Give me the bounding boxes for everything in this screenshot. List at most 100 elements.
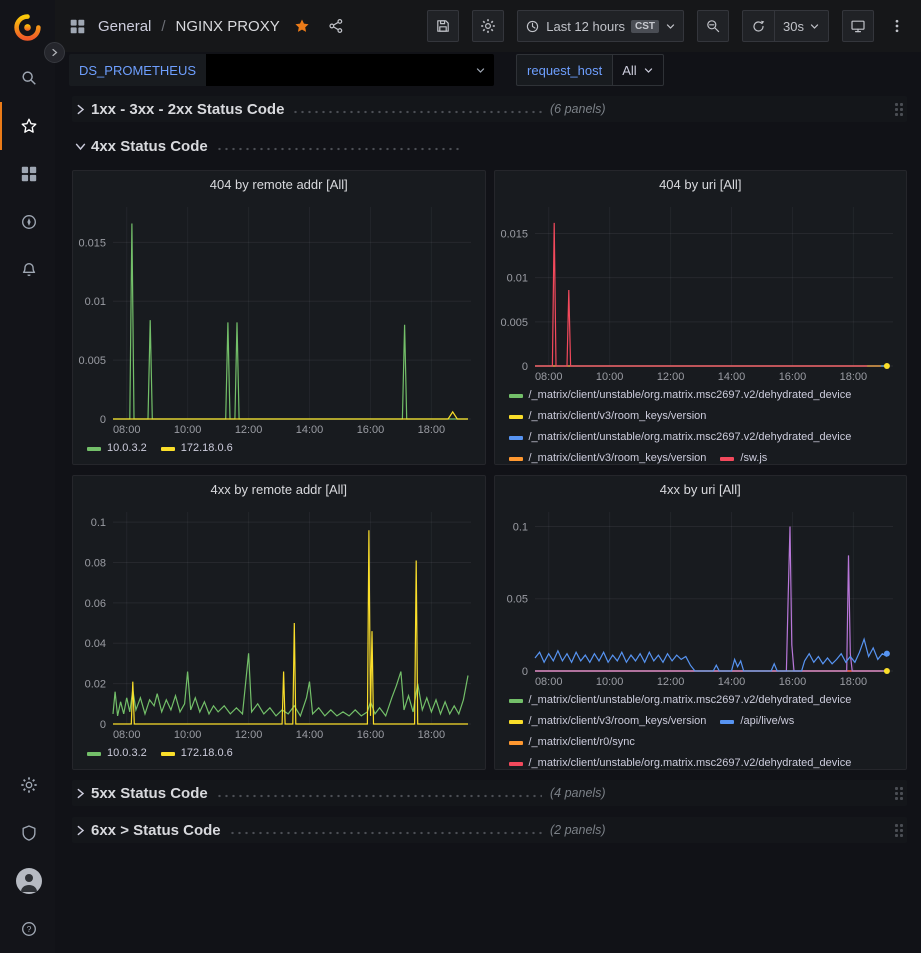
timeseries-chart[interactable]: 08:0010:0012:0014:0016:0018:0000.0050.01… xyxy=(73,197,485,437)
legend-label: 10.0.3.2 xyxy=(107,438,147,459)
chevron-down-icon xyxy=(643,65,654,76)
save-dashboard-button[interactable] xyxy=(427,10,459,42)
panel-title[interactable]: 4xx by remote addr [All] xyxy=(73,476,485,502)
row-title: 1xx - 3xx - 2xx Status Code xyxy=(91,101,284,118)
svg-text:0.1: 0.1 xyxy=(91,517,106,529)
legend-item[interactable]: 172.18.0.6 xyxy=(161,438,233,459)
more-options-button[interactable] xyxy=(887,18,907,34)
svg-text:0.01: 0.01 xyxy=(506,273,527,285)
row-drag-handle[interactable] xyxy=(894,823,903,837)
row-4xx[interactable]: 4xx Status Code xyxy=(72,133,907,159)
legend-item[interactable]: 172.18.0.6 xyxy=(161,743,233,764)
apps-icon xyxy=(20,165,38,183)
sidebar-item-explore[interactable] xyxy=(0,198,55,246)
legend-swatch xyxy=(509,762,523,766)
row-panel-count: (2 panels) xyxy=(550,823,606,837)
favorite-star-button[interactable] xyxy=(294,18,310,34)
row-title: 4xx Status Code xyxy=(91,138,208,155)
legend-swatch xyxy=(720,457,734,461)
datasource-variable-label: DS_PROMETHEUS xyxy=(69,54,206,86)
datasource-value-select[interactable] xyxy=(206,54,494,86)
legend-item[interactable]: /api/live/ws xyxy=(720,711,794,732)
row-drag-handle[interactable] xyxy=(894,786,903,800)
timeseries-chart[interactable]: 08:0010:0012:0014:0016:0018:0000.020.040… xyxy=(73,502,485,742)
variables-bar: DS_PROMETHEUS request_host All xyxy=(55,52,921,88)
panel-title[interactable]: 4xx by uri [All] xyxy=(495,476,907,502)
panel-legend: 10.0.3.2 172.18.0.6 xyxy=(73,742,485,769)
svg-text:0.06: 0.06 xyxy=(85,598,106,610)
legend-swatch xyxy=(509,741,523,745)
legend-item[interactable]: /_matrix/client/unstable/org.matrix.msc2… xyxy=(509,690,852,711)
sidebar-item-help[interactable]: ? xyxy=(0,905,55,953)
legend-item[interactable]: /_matrix/client/v3/room_keys/version xyxy=(509,406,707,427)
svg-text:16:00: 16:00 xyxy=(357,424,385,436)
breadcrumb-separator: / xyxy=(161,18,165,35)
legend-swatch xyxy=(720,720,734,724)
legend-label: /_matrix/client/v3/room_keys/version xyxy=(529,406,707,427)
breadcrumb-folder[interactable]: General xyxy=(98,18,151,35)
legend-swatch xyxy=(509,415,523,419)
sidebar-item-profile[interactable] xyxy=(0,857,55,905)
timezone-badge: CST xyxy=(631,20,659,33)
refresh-button[interactable] xyxy=(743,11,774,41)
chevron-down-icon xyxy=(665,21,676,32)
legend-swatch xyxy=(87,447,101,451)
legend-item[interactable]: /_matrix/client/unstable/org.matrix.msc2… xyxy=(509,427,852,448)
panel-404-by-uri: 404 by uri [All] 08:0010:0012:0014:0016:… xyxy=(494,170,908,465)
dashboard-title: NGINX PROXY xyxy=(176,18,280,35)
row-1xx-3xx-2xx[interactable]: 1xx - 3xx - 2xx Status Code (6 panels) xyxy=(72,96,907,122)
top-navbar: General / NGINX PROXY xyxy=(55,0,921,52)
row-drag-handle[interactable] xyxy=(894,102,903,116)
legend-item[interactable]: /_matrix/client/r0/sync xyxy=(509,732,635,753)
tv-icon xyxy=(850,18,866,34)
svg-text:18:00: 18:00 xyxy=(839,371,867,383)
sidebar-item-search[interactable] xyxy=(0,54,55,102)
share-button[interactable] xyxy=(328,18,344,34)
request-host-value-select[interactable]: All xyxy=(612,54,663,86)
timeseries-chart[interactable]: 08:0010:0012:0014:0016:0018:0000.050.1 xyxy=(495,502,907,689)
dashboard-settings-button[interactable] xyxy=(472,10,504,42)
legend-item[interactable]: 10.0.3.2 xyxy=(87,438,147,459)
refresh-group: 30s xyxy=(742,10,829,42)
legend-item[interactable]: /_matrix/client/v3/room_keys/version xyxy=(509,711,707,732)
legend-item[interactable]: 10.0.3.2 xyxy=(87,743,147,764)
svg-text:08:00: 08:00 xyxy=(113,729,141,741)
svg-text:16:00: 16:00 xyxy=(778,371,806,383)
request-host-variable-label: request_host xyxy=(516,54,612,86)
dotted-leader xyxy=(216,794,542,798)
legend-item[interactable]: /_matrix/client/unstable/org.matrix.msc2… xyxy=(509,385,852,406)
panel-title[interactable]: 404 by uri [All] xyxy=(495,171,907,197)
svg-text:0.015: 0.015 xyxy=(500,229,528,241)
refresh-interval-dropdown[interactable]: 30s xyxy=(774,11,828,41)
sidebar-item-configuration[interactable] xyxy=(0,761,55,809)
shield-icon xyxy=(20,824,38,842)
legend-swatch xyxy=(509,436,523,440)
legend-label: /_matrix/client/unstable/org.matrix.msc2… xyxy=(529,690,852,711)
dotted-leader xyxy=(229,831,542,835)
svg-text:0.02: 0.02 xyxy=(85,679,106,691)
row-6xx[interactable]: 6xx > Status Code (2 panels) xyxy=(72,817,907,843)
svg-text:08:00: 08:00 xyxy=(113,424,141,436)
time-range-picker[interactable]: Last 12 hours CST xyxy=(517,10,684,42)
svg-text:16:00: 16:00 xyxy=(778,676,806,688)
sidebar-item-server-admin[interactable] xyxy=(0,809,55,857)
zoom-out-button[interactable] xyxy=(697,10,729,42)
request-host-value: All xyxy=(622,63,636,78)
sidebar-item-alerting[interactable] xyxy=(0,246,55,294)
row-5xx[interactable]: 5xx Status Code (4 panels) xyxy=(72,780,907,806)
legend-label: /_matrix/client/unstable/org.matrix.msc2… xyxy=(529,753,852,769)
tv-mode-button[interactable] xyxy=(842,10,874,42)
sidebar-expand-button[interactable] xyxy=(44,42,65,63)
svg-text:0.005: 0.005 xyxy=(500,317,528,329)
timeseries-chart[interactable]: 08:0010:0012:0014:0016:0018:0000.0050.01… xyxy=(495,197,907,384)
legend-item[interactable]: /sw.js xyxy=(720,448,767,464)
svg-text:18:00: 18:00 xyxy=(418,729,446,741)
svg-text:12:00: 12:00 xyxy=(235,729,263,741)
panel-title[interactable]: 404 by remote addr [All] xyxy=(73,171,485,197)
row-title: 6xx > Status Code xyxy=(91,822,221,839)
legend-label: /_matrix/client/unstable/org.matrix.msc2… xyxy=(529,427,852,448)
sidebar-item-dashboards[interactable] xyxy=(0,150,55,198)
legend-item[interactable]: /_matrix/client/v3/room_keys/version xyxy=(509,448,707,464)
sidebar-item-starred[interactable] xyxy=(0,102,55,150)
legend-item[interactable]: /_matrix/client/unstable/org.matrix.msc2… xyxy=(509,753,852,769)
